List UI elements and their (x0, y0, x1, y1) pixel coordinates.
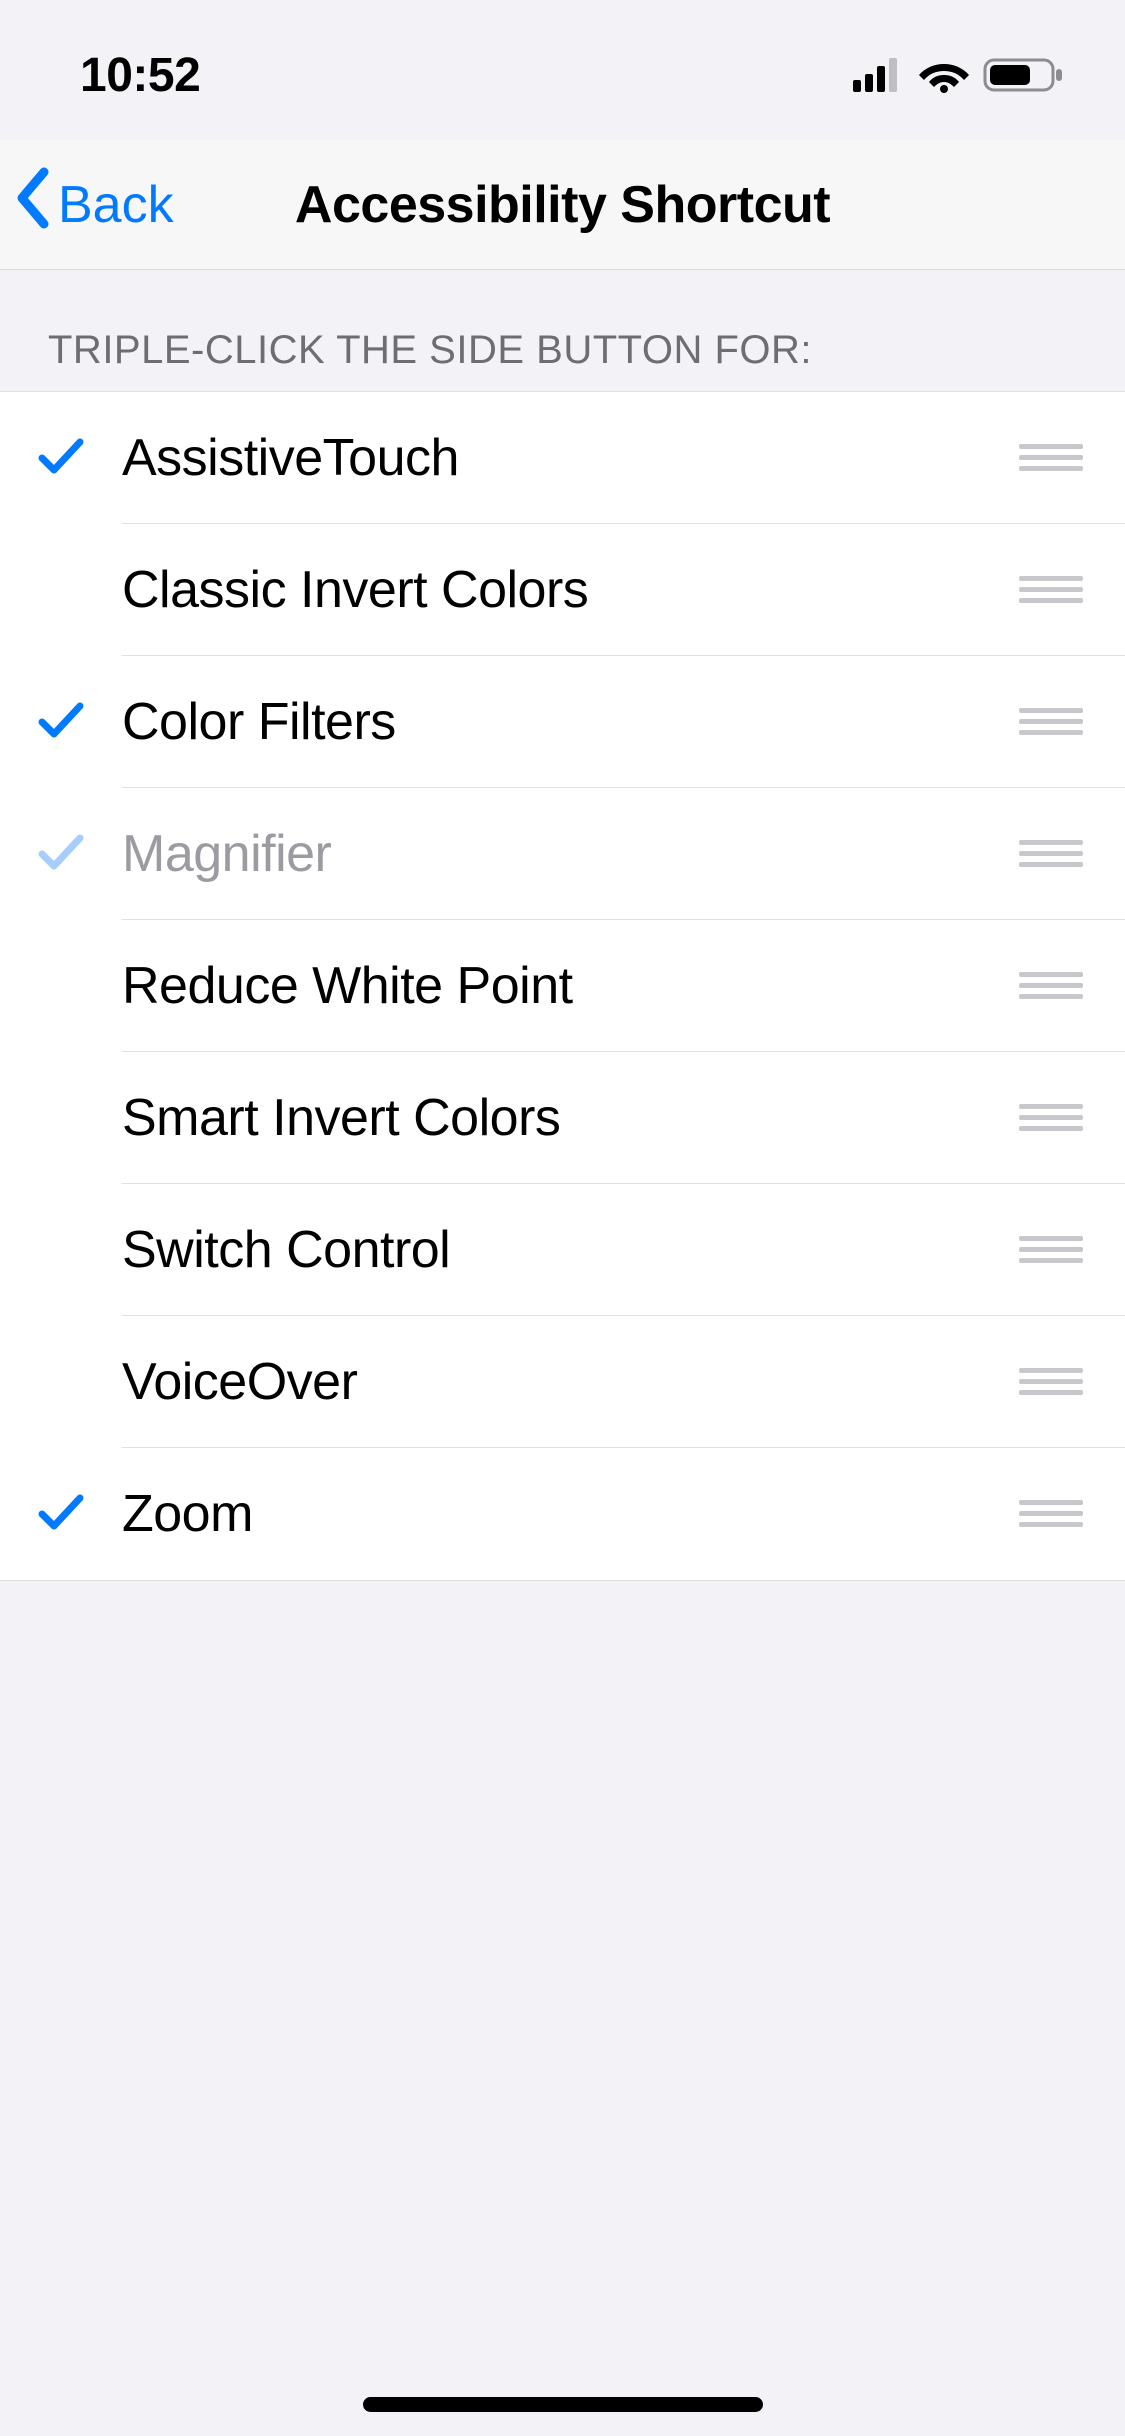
checkmark-icon (38, 1490, 84, 1539)
list-item-label: Switch Control (122, 1220, 1019, 1280)
reorder-handle-icon[interactable] (1019, 576, 1125, 604)
checkmark-slot (0, 698, 122, 747)
list-item-label: Smart Invert Colors (122, 1088, 1019, 1148)
navigation-bar: Back Accessibility Shortcut (0, 140, 1125, 270)
battery-icon (983, 56, 1065, 94)
status-bar: 10:52 (0, 0, 1125, 140)
list-item[interactable]: AssistiveTouch (0, 392, 1125, 524)
reorder-handle-icon[interactable] (1019, 972, 1125, 1000)
page-title: Accessibility Shortcut (295, 175, 830, 235)
checkmark-slot (0, 434, 122, 483)
list-item[interactable]: Smart Invert Colors (0, 1052, 1125, 1184)
list-item-label: Zoom (122, 1484, 1019, 1544)
list-item-label: Reduce White Point (122, 956, 1019, 1016)
checkmark-icon (38, 434, 84, 483)
reorder-handle-icon[interactable] (1019, 444, 1125, 472)
list-item-label: Classic Invert Colors (122, 560, 1019, 620)
chevron-left-icon (14, 166, 52, 243)
back-label: Back (58, 175, 174, 235)
list-item[interactable]: Magnifier (0, 788, 1125, 920)
reorder-handle-icon[interactable] (1019, 840, 1125, 868)
checkmark-slot (0, 1490, 122, 1539)
list-item[interactable]: Classic Invert Colors (0, 524, 1125, 656)
reorder-handle-icon[interactable] (1019, 708, 1125, 736)
list-item-label: AssistiveTouch (122, 428, 1019, 488)
home-indicator (363, 2397, 763, 2412)
status-time: 10:52 (80, 38, 200, 103)
checkmark-slot (0, 830, 122, 879)
reorder-handle-icon[interactable] (1019, 1236, 1125, 1264)
list-item[interactable]: Color Filters (0, 656, 1125, 788)
wifi-icon (919, 57, 969, 93)
list-item[interactable]: VoiceOver (0, 1316, 1125, 1448)
back-button[interactable]: Back (14, 166, 174, 243)
reorder-handle-icon[interactable] (1019, 1500, 1125, 1528)
checkmark-icon (38, 698, 84, 747)
section-header: TRIPLE-CLICK THE SIDE BUTTON FOR: (0, 270, 1125, 391)
list-item[interactable]: Switch Control (0, 1184, 1125, 1316)
status-indicators (853, 46, 1085, 94)
list-item[interactable]: Zoom (0, 1448, 1125, 1580)
list-item[interactable]: Reduce White Point (0, 920, 1125, 1052)
list-item-label: Magnifier (122, 824, 1019, 884)
reorder-handle-icon[interactable] (1019, 1104, 1125, 1132)
reorder-handle-icon[interactable] (1019, 1368, 1125, 1396)
shortcut-list: AssistiveTouch Classic Invert Colors Color… (0, 391, 1125, 1581)
checkmark-icon (38, 830, 84, 879)
cellular-signal-icon (853, 58, 905, 92)
list-item-label: VoiceOver (122, 1352, 1019, 1412)
list-item-label: Color Filters (122, 692, 1019, 752)
